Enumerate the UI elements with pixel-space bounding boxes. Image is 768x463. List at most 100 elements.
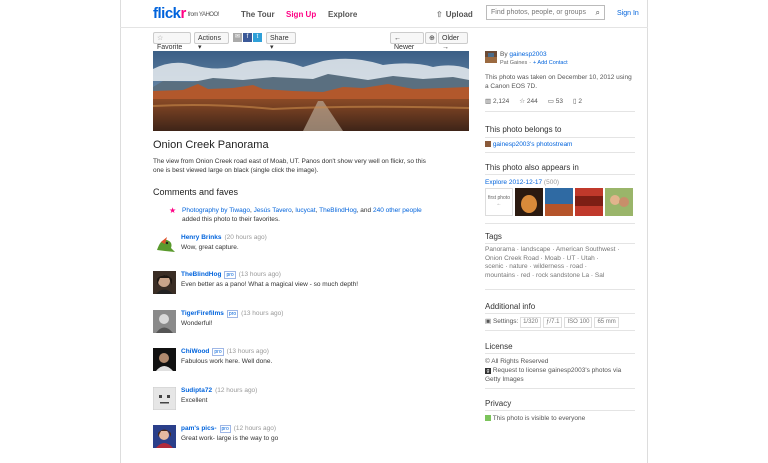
arrow-right-icon: →: [442, 44, 449, 51]
owner-avatar[interactable]: [485, 51, 497, 63]
comment-text: Even better as a pano! What a magical vi…: [181, 281, 359, 288]
comments-stat[interactable]: ▭ 53: [548, 97, 563, 106]
add-contact-link[interactable]: + Add Contact: [533, 60, 568, 66]
tag[interactable]: Onion Creek Road: [485, 255, 539, 262]
tag[interactable]: American Southwest: [556, 246, 616, 253]
photostream-row: gainesp2003's photostream: [485, 140, 635, 149]
tags-list: Panorama · landscape · American Southwes…: [485, 246, 620, 279]
comment-item: Henry Brinks (20 hours ago) Wow, great ca…: [153, 234, 463, 264]
tag[interactable]: Panorama: [485, 246, 515, 253]
email-icon[interactable]: ✉: [233, 33, 242, 42]
explore-thumb[interactable]: [605, 188, 633, 216]
avatar[interactable]: [153, 387, 176, 410]
tag[interactable]: UT: [567, 255, 576, 262]
settings-label: Settings:: [492, 318, 519, 325]
faves-stat[interactable]: ☆ 244: [519, 97, 538, 106]
tag[interactable]: nature: [509, 263, 527, 270]
fave-person-link[interactable]: lucycat: [295, 207, 315, 214]
explore-link[interactable]: Explore 2012-12-17: [485, 179, 542, 186]
avatar[interactable]: [153, 234, 176, 257]
fave-person-link[interactable]: Jesús Tavero: [254, 207, 292, 214]
zoom-button[interactable]: ⊕: [425, 32, 437, 44]
main-photo[interactable]: [153, 51, 469, 131]
sets-stat[interactable]: ▯ 2: [573, 97, 582, 106]
favorite-button[interactable]: ☆ Favorite: [153, 32, 191, 51]
avatar[interactable]: [153, 425, 176, 448]
older-button[interactable]: Older →: [438, 32, 468, 51]
divider: [485, 223, 635, 224]
tag[interactable]: landscape: [521, 246, 551, 253]
pro-badge: pro: [219, 425, 231, 433]
signin-link[interactable]: Sign In: [617, 10, 639, 17]
avatar[interactable]: [153, 271, 176, 294]
set-icon: ▯: [572, 98, 577, 105]
newer-button[interactable]: ← Newer: [390, 32, 424, 51]
tag[interactable]: road: [570, 263, 583, 270]
commenter-name[interactable]: pam's pics-: [181, 425, 217, 432]
tag[interactable]: scenic: [485, 263, 503, 270]
comment-time: (13 hours ago): [226, 348, 269, 355]
share-label: Share: [270, 35, 289, 42]
commenter-name[interactable]: Sudipta72: [181, 387, 212, 394]
tag[interactable]: rock sandstone La: [536, 272, 589, 279]
tag[interactable]: mountains: [485, 272, 515, 279]
avatar[interactable]: [153, 310, 176, 333]
owner-link[interactable]: gainesp2003: [509, 51, 546, 58]
explore-thumb[interactable]: [575, 188, 603, 216]
divider: [485, 152, 635, 153]
fave-person-link[interactable]: Photography by Tiwago: [182, 207, 250, 214]
license-heading: License: [485, 342, 513, 351]
comment-time: (13 hours ago): [238, 271, 281, 278]
share-button[interactable]: Share ▾: [266, 32, 296, 51]
facebook-icon[interactable]: f: [243, 33, 252, 42]
upload-label: Upload: [445, 10, 473, 19]
photo-title: Onion Creek Panorama: [153, 139, 269, 151]
pro-badge: pro: [224, 271, 236, 279]
logo-text-pink: r: [180, 5, 187, 22]
explore-thumb[interactable]: [515, 188, 543, 216]
request-row[interactable]: g Request to license gainesp2003's photo…: [485, 366, 635, 384]
divider: [485, 353, 635, 354]
tag[interactable]: Utah: [581, 255, 595, 262]
chevron-down-icon: ▾: [198, 44, 202, 51]
fave-person-link[interactable]: TheBlindHog: [319, 207, 357, 214]
faves-text: Photography by Tiwago, Jesús Tavero, luc…: [182, 207, 422, 223]
comment-item: ChiWood pro (13 hours ago) Fabulous work h…: [153, 348, 463, 378]
explore-thumb[interactable]: [545, 188, 573, 216]
fave-star-icon: ★: [169, 206, 177, 215]
commenter-name[interactable]: Henry Brinks: [181, 234, 221, 241]
newer-label: Newer: [394, 44, 415, 51]
search-icon[interactable]: ⌕: [596, 8, 600, 18]
setting-value: ƒ/7.1: [543, 317, 563, 328]
actions-button[interactable]: Actions ▾: [194, 32, 229, 51]
tag[interactable]: Moab: [545, 255, 561, 262]
comments-heading: Comments and faves: [153, 187, 239, 197]
comment-item: pam's pics-pro (12 hours ago) Great work-…: [153, 425, 463, 455]
comment-text: Fabulous work here. Well done.: [181, 358, 273, 365]
logo-yahoo: from YAHOO!: [187, 12, 219, 18]
nav-signup[interactable]: Sign Up: [286, 10, 316, 19]
nav-tour[interactable]: The Tour: [241, 10, 275, 19]
first-photo-thumb[interactable]: first photo ←: [485, 188, 513, 216]
explore-row: Explore 2012-12-17 (500): [485, 178, 635, 187]
tag[interactable]: red: [521, 272, 530, 279]
faves-others-link[interactable]: 240 other people: [373, 207, 422, 214]
upload-button[interactable]: ⇧ Upload: [436, 10, 473, 19]
belongs-heading: This photo belongs to: [485, 125, 562, 134]
photostream-link[interactable]: gainesp2003's photostream: [493, 141, 573, 148]
copyright-icon: ©: [485, 358, 490, 365]
commenter-name[interactable]: TigerFirefilms: [181, 310, 224, 317]
privacy-text: This photo is visible to everyone: [492, 415, 586, 422]
avatar[interactable]: [153, 348, 176, 371]
tag[interactable]: wilderness: [533, 263, 564, 270]
twitter-icon[interactable]: t: [253, 33, 262, 42]
logo-text-blue: flick: [153, 5, 181, 22]
search-input[interactable]: Find photos, people, or groups ⌕: [486, 5, 605, 20]
nav-explore[interactable]: Explore: [328, 10, 357, 19]
rights-row: © All Rights Reserved: [485, 357, 635, 366]
commenter-name[interactable]: TheBlindHog: [181, 271, 221, 278]
commenter-name[interactable]: ChiWood: [181, 348, 209, 355]
divider: [485, 174, 635, 175]
flickr-logo[interactable]: flickr from YAHOO!: [153, 5, 219, 22]
tag[interactable]: Sal: [595, 272, 604, 279]
